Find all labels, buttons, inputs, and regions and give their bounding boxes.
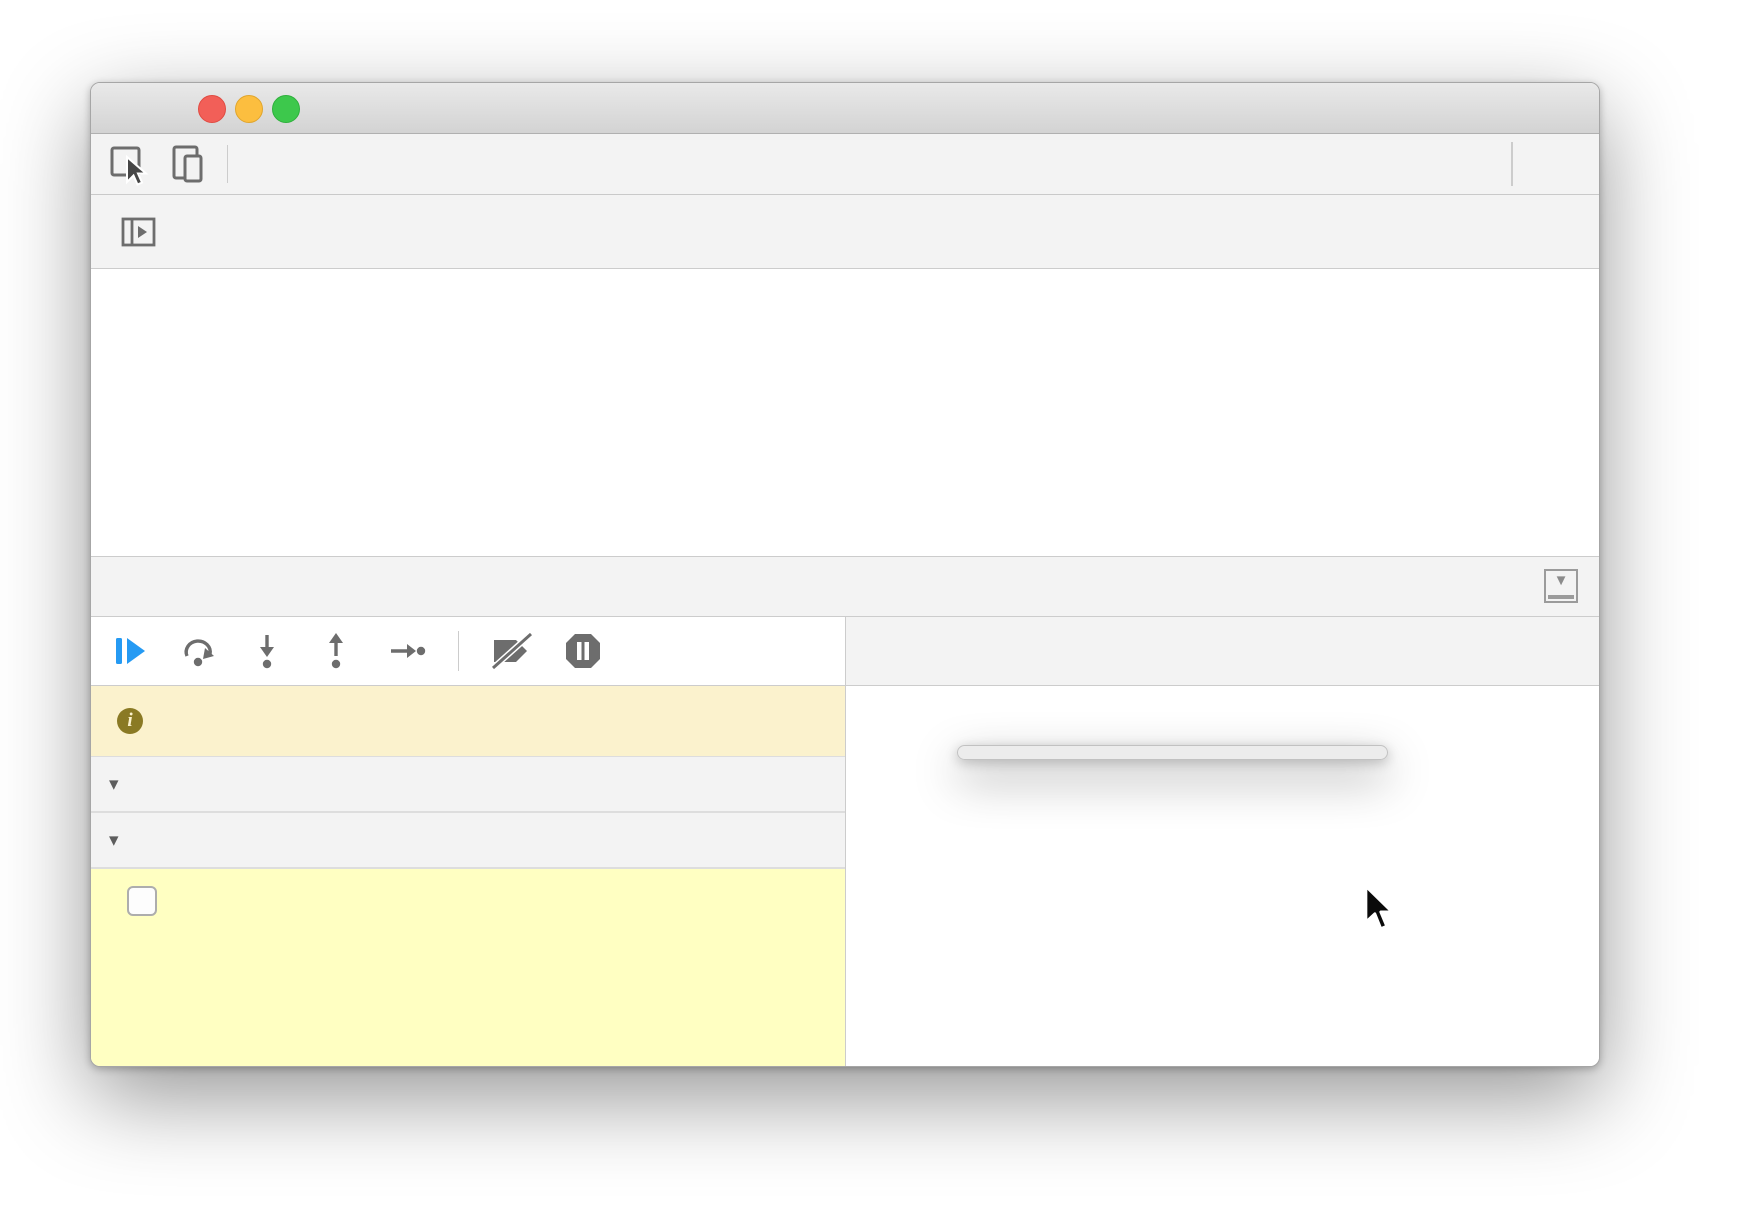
chevron-down-icon: ▾ [109, 773, 119, 796]
context-menu [957, 745, 1388, 760]
device-toolbar-icon[interactable] [167, 142, 211, 186]
step-over-button[interactable] [180, 631, 220, 671]
step-out-button[interactable] [318, 631, 358, 671]
step-into-button[interactable] [249, 631, 289, 671]
call-stack-header[interactable]: ▾ [91, 757, 845, 812]
deactivate-breakpoints-button[interactable] [490, 631, 534, 671]
show-navigator-icon[interactable] [119, 212, 159, 252]
breakpoints-header[interactable]: ▾ [91, 812, 845, 868]
debugger-sidebar: i ▾ ▾ [91, 617, 846, 1066]
paused-banner: i [91, 686, 845, 757]
file-tab-active-underline [173, 264, 235, 269]
scope-sidebar [846, 617, 1599, 1066]
step-button[interactable] [387, 631, 427, 671]
resume-script-button[interactable] [111, 631, 151, 671]
scope-tab-bar [846, 617, 1599, 686]
title-bar[interactable] [91, 83, 1599, 134]
editor-status-bar: ▼ [91, 556, 1599, 617]
toolbar-divider [227, 145, 228, 183]
scope-tree[interactable] [846, 686, 1599, 1066]
main-toolbar [91, 134, 1599, 195]
chevron-down-icon: ▾ [109, 829, 119, 852]
breakpoint-checkbox[interactable] [127, 886, 157, 916]
window-title [91, 83, 1419, 133]
code-editor[interactable] [91, 269, 1599, 556]
info-icon: i [117, 708, 143, 734]
mouse-cursor-icon [1362, 884, 1396, 934]
file-tab-bar [91, 195, 1599, 269]
file-tab-get-started[interactable] [173, 195, 235, 268]
breakpoint-entry[interactable] [91, 868, 845, 1066]
debugger-toolbar-divider [458, 631, 459, 671]
toolbar-right-divider [1511, 142, 1513, 186]
expand-panel-icon[interactable]: ▼ [1544, 569, 1578, 603]
inspect-element-icon[interactable] [107, 142, 151, 186]
debugger-toolbar [91, 617, 845, 686]
pause-on-exceptions-button[interactable] [563, 631, 603, 671]
